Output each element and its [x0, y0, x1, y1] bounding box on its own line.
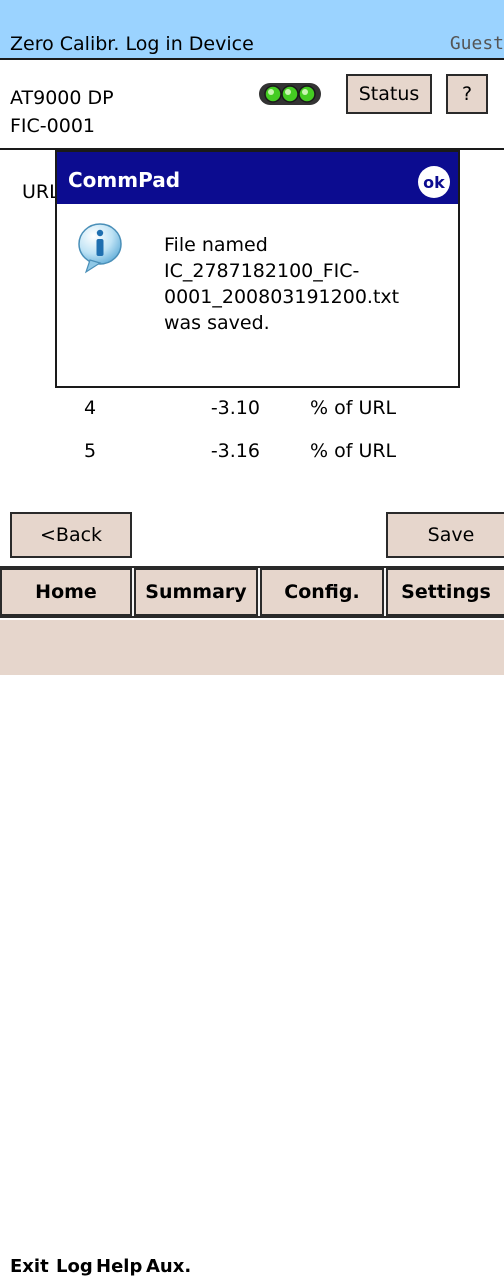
menu-bar: Exit Log Help Aux.	[0, 620, 504, 1277]
device-model: AT9000 DP	[10, 87, 114, 109]
dialog-message-line: 0001_200803191200.txt	[164, 286, 400, 308]
dialog-message: File named IC_2787182100_FIC- 0001_20080…	[164, 232, 444, 336]
user-name: Guest	[449, 33, 504, 54]
help-button[interactable]: ?	[446, 74, 488, 114]
device-tag: FIC-0001	[10, 115, 96, 137]
menu-aux[interactable]: Aux.	[146, 1255, 191, 1279]
row-index: 5	[84, 440, 97, 462]
dialog-message-line: IC_2787182100_FIC-	[164, 260, 360, 282]
status-button[interactable]: Status	[346, 74, 432, 114]
back-button[interactable]: <Back	[10, 512, 132, 558]
row-index: 4	[84, 397, 97, 419]
row-value: -3.10	[210, 397, 260, 419]
info-icon	[78, 223, 122, 274]
save-button[interactable]: Save	[386, 512, 504, 558]
tab-config[interactable]: Config.	[260, 568, 384, 616]
row-unit: % of URL	[310, 397, 397, 419]
status-light-icon	[259, 83, 321, 105]
ok-button[interactable]: ok	[416, 164, 452, 200]
menu-exit[interactable]: Exit	[10, 1255, 49, 1279]
dialog-message-line: File named	[164, 234, 268, 256]
dialog-title: CommPad	[68, 168, 181, 192]
row-unit: % of URL	[310, 440, 397, 462]
tab-settings[interactable]: Settings	[386, 568, 504, 616]
menu-log[interactable]: Log	[56, 1255, 93, 1279]
menu-help[interactable]: Help	[96, 1255, 142, 1279]
ok-label: ok	[423, 173, 445, 192]
window-title: Zero Calibr. Log in Device	[10, 33, 254, 55]
dialog-message-line: was saved.	[164, 312, 270, 334]
tab-home[interactable]: Home	[0, 568, 132, 616]
tab-summary[interactable]: Summary	[134, 568, 258, 616]
table-row: 5 -3.16 % of URL	[84, 437, 444, 465]
table-row: 4 -3.10 % of URL	[84, 394, 444, 422]
row-value: -3.16	[210, 440, 260, 462]
